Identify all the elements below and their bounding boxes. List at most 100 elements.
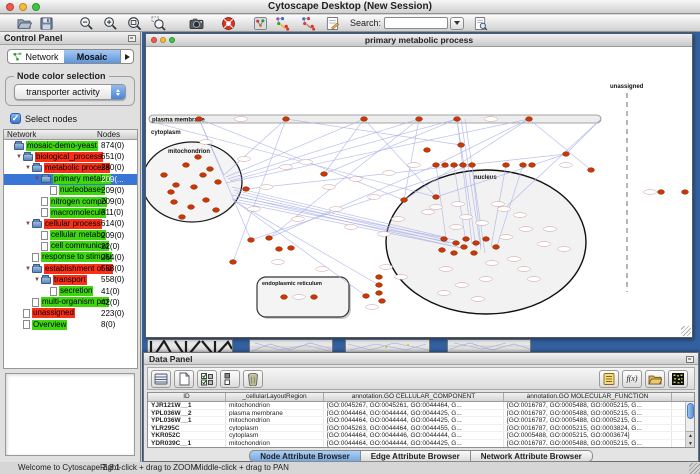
network-node[interactable] [171, 200, 178, 205]
network-node[interactable] [230, 260, 237, 265]
network-node[interactable] [441, 237, 448, 242]
tree-row[interactable]: cellular metabo209(0) [4, 230, 137, 241]
tree-row[interactable]: ▼metabolic process280(0) [4, 162, 137, 173]
tab-network-attribute-browser[interactable]: Network Attribute Browser [471, 450, 593, 462]
table-row[interactable]: YPL036W__1mitochondrion[GO:0044464, GO:0… [148, 417, 694, 425]
network-canvas[interactable]: plasma membrane cytoplasm mitochondrion … [146, 47, 692, 337]
network-node[interactable] [288, 246, 295, 251]
network-node[interactable] [188, 205, 195, 210]
vizmapper-button[interactable] [252, 15, 268, 31]
network-node[interactable] [451, 251, 458, 256]
new-network-copy-button[interactable] [300, 15, 316, 31]
network-node[interactable] [361, 117, 368, 122]
help-lifesaver-button[interactable] [220, 15, 236, 31]
network-node[interactable] [376, 283, 383, 288]
network-node[interactable] [503, 163, 510, 168]
network-node[interactable] [460, 163, 467, 168]
network-node[interactable] [493, 245, 500, 250]
select-all-attributes-button[interactable] [197, 370, 217, 388]
network-node[interactable] [682, 190, 689, 195]
network-node[interactable] [179, 215, 186, 220]
network-node[interactable] [483, 237, 490, 242]
tree-expand-icon[interactable]: ▼ [33, 276, 41, 284]
network-node[interactable] [442, 163, 449, 168]
zoom-in-button[interactable] [102, 15, 118, 31]
table-row[interactable]: YKR052Ccytoplasm[GO:0044464, GO:0044446,… [148, 432, 694, 440]
tab-network[interactable]: Network [8, 50, 64, 63]
network-node[interactable] [529, 163, 536, 168]
tree-row[interactable]: response to stimulu264(0) [4, 252, 137, 263]
tree-row[interactable]: ▼primary metabo209(... [4, 174, 137, 185]
select-nodes-checkbox[interactable]: ✓ [10, 113, 21, 124]
save-button[interactable] [38, 15, 54, 31]
network-node[interactable] [196, 117, 203, 122]
network-node[interactable] [207, 167, 214, 172]
annotation-button[interactable] [324, 15, 340, 31]
tree-row[interactable]: Overview8(0) [4, 319, 137, 330]
zoom-out-button[interactable] [78, 15, 94, 31]
column-header[interactable]: annotation.GO MOLECULAR_FUNCTION [504, 393, 672, 401]
network-node[interactable] [416, 117, 423, 122]
network-node[interactable] [203, 198, 210, 203]
tree-header-network[interactable]: Network [7, 130, 97, 139]
network-node[interactable] [173, 183, 180, 188]
advanced-search-button[interactable] [472, 15, 488, 31]
delete-attribute-button[interactable] [243, 370, 263, 388]
network-window-titlebar[interactable]: primary metabolic process [146, 34, 692, 47]
network-node[interactable] [424, 148, 431, 153]
network-node[interactable] [520, 163, 527, 168]
network-node[interactable] [168, 190, 175, 195]
network-node[interactable] [311, 295, 318, 300]
network-node[interactable] [433, 163, 440, 168]
network-node[interactable] [471, 251, 478, 256]
network-node[interactable] [453, 241, 460, 246]
zoom-fit-button[interactable] [126, 15, 142, 31]
network-node[interactable] [433, 195, 440, 200]
network-node[interactable] [451, 163, 458, 168]
column-header[interactable]: _cellularLayoutRegion [226, 393, 324, 401]
import-attributes-button[interactable] [645, 370, 665, 388]
snapshot-camera-button[interactable] [188, 15, 204, 31]
background-window-fragment[interactable] [249, 339, 333, 353]
unselect-all-attributes-button[interactable] [220, 370, 240, 388]
tree-row[interactable]: macromolecule311(0) [4, 207, 137, 218]
network-node[interactable] [469, 163, 476, 168]
network-node[interactable] [281, 295, 288, 300]
data-panel-titlebar[interactable]: Data Panel [144, 353, 698, 365]
network-node[interactable] [401, 198, 408, 203]
background-window-fragment[interactable] [447, 339, 531, 353]
window-resize-grip[interactable] [681, 326, 691, 336]
search-input[interactable] [384, 17, 448, 29]
node-color-dropdown[interactable]: transporter activity [14, 84, 126, 100]
table-row[interactable]: YDR039C__1mitochondrion[GO:0044464, GO:0… [148, 440, 694, 448]
column-header[interactable]: annotation.GO CELLULAR_COMPONENT [324, 393, 504, 401]
network-node[interactable] [195, 155, 202, 160]
table-row[interactable]: YPL036W__2plasma membrane[GO:0044464, GO… [148, 410, 694, 418]
new-attribute-button[interactable] [174, 370, 194, 388]
open-file-button[interactable] [16, 15, 32, 31]
search-dropdown-button[interactable] [450, 17, 464, 30]
network-node[interactable] [248, 238, 255, 243]
table-row[interactable]: YLR295Ccytoplasm[GO:0045263, GO:0044464,… [148, 425, 694, 433]
tab-node-attribute-browser[interactable]: Node Attribute Browser [249, 450, 361, 462]
tree-row[interactable]: unassigned223(0) [4, 308, 137, 319]
tree-row[interactable]: nitrogen compo209(0) [4, 196, 137, 207]
tab-mosaic[interactable]: Mosaic [64, 50, 120, 63]
formula-builder-button[interactable]: f(x) [622, 370, 642, 388]
float-panel-icon[interactable] [686, 356, 694, 363]
network-node[interactable] [379, 299, 386, 304]
network-node[interactable] [283, 117, 290, 122]
tree-row[interactable]: cell communicat22(0) [4, 241, 137, 252]
network-node[interactable] [213, 208, 220, 213]
network-node[interactable] [376, 275, 383, 280]
network-node[interactable] [243, 187, 250, 192]
network-node[interactable] [363, 294, 370, 299]
tree-row[interactable]: multi-organism pro42(0) [4, 297, 137, 308]
network-node[interactable] [473, 241, 480, 246]
network-node[interactable] [161, 173, 168, 178]
network-node[interactable] [215, 180, 222, 185]
network-node[interactable] [463, 237, 470, 242]
background-window-fragment[interactable] [147, 339, 233, 353]
attribute-select-button[interactable] [151, 370, 171, 388]
table-row[interactable]: YJR121W__1mitochondrion[GO:0045267, GO:0… [148, 402, 694, 410]
